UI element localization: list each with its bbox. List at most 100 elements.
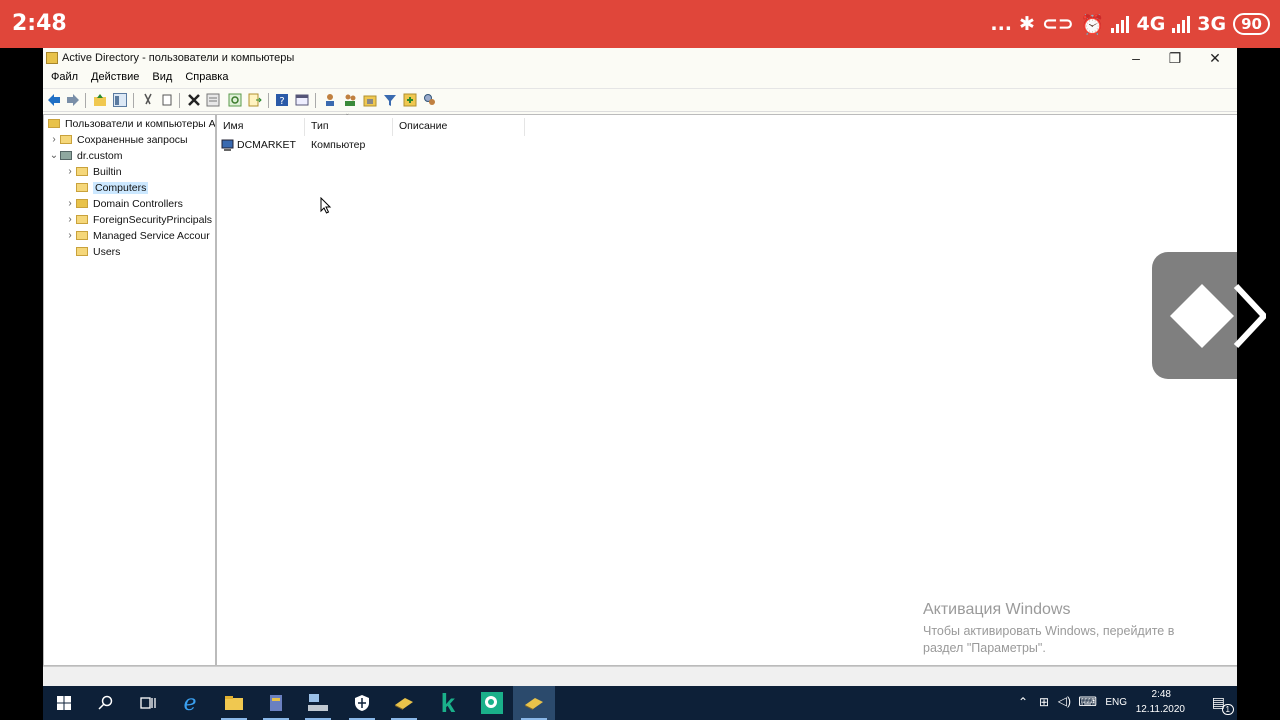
sort-indicator-icon: ˇ	[346, 113, 349, 122]
refresh-icon[interactable]	[228, 93, 242, 107]
up-folder-icon[interactable]	[93, 93, 107, 107]
toolbar-separator	[268, 93, 269, 108]
network-tray-icon[interactable]: ⊞	[1039, 695, 1049, 709]
help-icon[interactable]: ?	[275, 93, 289, 107]
tree-item-computers[interactable]: Computers	[64, 180, 149, 195]
watermark-text: Чтобы активировать Windows, перейдите в …	[923, 624, 1175, 655]
tree-item-saved-queries[interactable]: › Сохраненные запросы	[48, 132, 188, 147]
tree-item-builtin[interactable]: › Builtin	[64, 164, 121, 179]
domain-icon	[60, 151, 72, 160]
folder-icon	[76, 247, 88, 256]
add-to-group-icon[interactable]	[403, 93, 417, 107]
folder-icon	[76, 183, 88, 192]
remote-nav-overlay[interactable]	[1152, 252, 1266, 379]
folder-icon	[60, 135, 72, 144]
chevron-right-icon[interactable]: ›	[64, 230, 76, 241]
file-explorer-icon	[225, 696, 243, 710]
network-app-icon	[308, 694, 328, 711]
column-header-description[interactable]: Описание	[393, 118, 525, 136]
details-list: Имя Тип ˇ Описание DCMARKET Компьютер	[216, 113, 1237, 666]
back-arrow-icon[interactable]	[47, 93, 61, 107]
taskbar-kaspersky[interactable]: k	[427, 686, 469, 720]
keyboard-icon[interactable]: ⌨	[1078, 694, 1097, 710]
show-tree-icon[interactable]	[113, 93, 127, 107]
chevron-up-icon[interactable]: ⌃	[1018, 695, 1028, 709]
tree-label-selected: Computers	[93, 181, 149, 194]
minimize-button[interactable]: –	[1117, 48, 1155, 68]
toolbar-separator	[179, 93, 180, 108]
copy-icon[interactable]	[160, 93, 174, 107]
tree-item-domain-controllers[interactable]: › Domain Controllers	[64, 196, 183, 211]
alarm-icon: ⏰	[1080, 13, 1105, 36]
menu-action[interactable]: Действие	[83, 69, 139, 86]
row-type: Компьютер	[311, 139, 366, 151]
chevron-right-icon[interactable]: ›	[64, 166, 76, 177]
taskbar-app-7[interactable]	[471, 686, 513, 720]
chevron-right-icon[interactable]: ›	[64, 198, 76, 209]
taskbar-explorer[interactable]	[213, 686, 255, 720]
task-view-button[interactable]	[127, 686, 169, 720]
console-tree: Пользователи и компьютеры A › Сохраненные…	[43, 114, 216, 666]
cut-icon[interactable]	[141, 93, 155, 107]
chevron-right-icon[interactable]: ›	[48, 134, 60, 145]
tree-item-foreign-security-principals[interactable]: › ForeignSecurityPrincipals	[64, 212, 212, 227]
filter-icon[interactable]	[383, 93, 397, 107]
status-time: 2:48	[12, 11, 67, 36]
new-group-icon[interactable]	[343, 93, 357, 107]
taskbar-ie[interactable]: e	[169, 686, 211, 720]
restore-button[interactable]: ❐	[1156, 48, 1194, 68]
forward-arrow-icon[interactable]	[66, 93, 80, 107]
column-header-type[interactable]: Тип	[305, 118, 393, 136]
overflow-dots: ...	[990, 13, 1013, 35]
window-titlebar: Active Directory - пользователи и компью…	[43, 48, 1237, 68]
close-button[interactable]: ✕	[1196, 48, 1234, 68]
find-icon[interactable]	[423, 93, 437, 107]
tree-label: Сохраненные запросы	[77, 133, 188, 146]
taskbar-app-2[interactable]	[255, 686, 297, 720]
windows-taskbar: e k ⌃ ⊞ ◁) ⌨ ENG 2:48 12.11.2020 ▤ 1	[43, 686, 1237, 720]
start-button[interactable]	[43, 686, 85, 720]
delete-icon[interactable]	[187, 93, 201, 107]
tree-item-managed-service-accounts[interactable]: › Managed Service Accour	[64, 228, 209, 243]
taskbar-defender[interactable]	[341, 686, 383, 720]
toolbar-separator	[133, 93, 134, 108]
volume-icon[interactable]: ◁)	[1058, 694, 1071, 708]
android-status-bar: 2:48 ... ✱ ⊂⊃ ⏰ 4G 3G 90	[0, 0, 1280, 48]
language-indicator[interactable]: ENG	[1105, 697, 1127, 708]
tree-item-users[interactable]: Users	[64, 244, 120, 259]
properties-icon[interactable]	[206, 93, 220, 107]
windows-logo-icon	[57, 696, 71, 710]
task-view-icon	[140, 697, 156, 709]
menu-file[interactable]: Файл	[43, 69, 78, 86]
column-header-name[interactable]: Имя	[217, 118, 305, 136]
activation-watermark: Активация Windows Чтобы активировать Win…	[923, 601, 1203, 657]
ad-users-icon	[525, 698, 543, 710]
tree-root[interactable]: Пользователи и компьютеры A	[48, 116, 215, 131]
tree-label: Users	[93, 245, 121, 258]
clock-date[interactable]: 12.11.2020	[1136, 704, 1185, 715]
toggle-icon: ⊂⊃	[1041, 13, 1074, 35]
taskbar-app-5[interactable]	[383, 686, 425, 720]
folder-icon	[76, 231, 88, 240]
ou-icon	[76, 199, 88, 208]
status-icons: ... ✱ ⊂⊃ ⏰ 4G 3G 90	[990, 10, 1270, 38]
taskbar-ad-users-computers[interactable]	[513, 686, 555, 720]
menu-view[interactable]: Вид	[144, 69, 172, 86]
toolbar: ?	[43, 88, 1237, 112]
clock-time[interactable]: 2:48	[1152, 689, 1171, 700]
console-window-icon[interactable]	[295, 93, 309, 107]
taskbar-app-3[interactable]	[297, 686, 339, 720]
table-row[interactable]: DCMARKET Компьютер	[221, 138, 521, 154]
menu-help[interactable]: Справка	[177, 69, 228, 86]
network-4g-label: 4G	[1136, 13, 1166, 35]
export-list-icon[interactable]	[248, 93, 262, 107]
new-ou-icon[interactable]	[363, 93, 377, 107]
chevron-down-icon[interactable]: ⌄	[48, 150, 60, 161]
diamond-forward-icon	[1170, 283, 1266, 349]
tree-item-domain[interactable]: ⌄ dr.custom	[48, 148, 123, 163]
chevron-right-icon[interactable]: ›	[64, 214, 76, 225]
new-user-icon[interactable]	[323, 93, 337, 107]
folder-icon	[76, 215, 88, 224]
search-button[interactable]	[85, 686, 127, 720]
mouse-cursor-icon	[320, 197, 332, 214]
